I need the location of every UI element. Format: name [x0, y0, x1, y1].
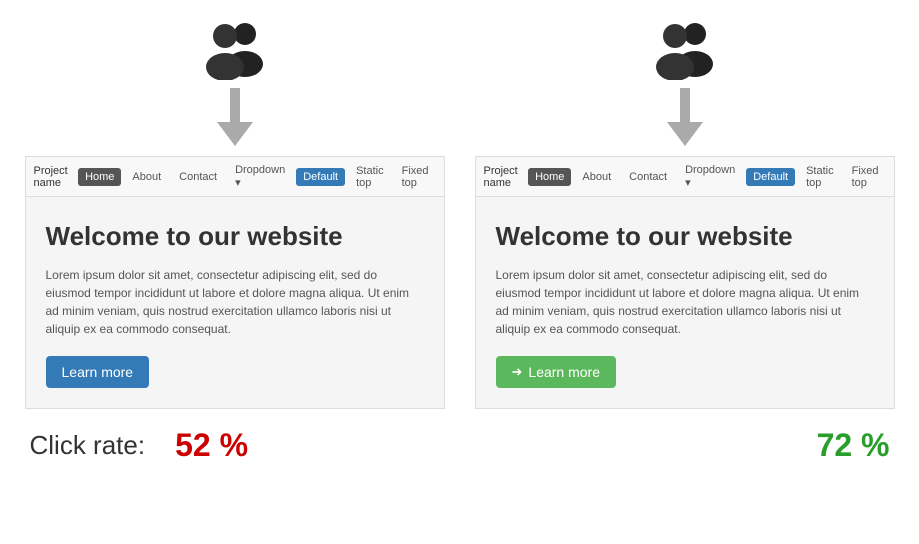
click-rate-label-a: Click rate: — [30, 430, 146, 461]
arrow-down-a — [217, 88, 253, 148]
users-group-icon-a — [195, 20, 275, 80]
learn-more-button-b[interactable]: ➜ Learn more — [496, 356, 617, 388]
nav-home-b[interactable]: Home — [528, 168, 571, 186]
card-body-a: Lorem ipsum dolor sit amet, consectetur … — [46, 266, 424, 338]
nav-static-a[interactable]: Static top — [349, 162, 391, 192]
content-card-b: Welcome to our website Lorem ipsum dolor… — [475, 196, 895, 409]
click-rate-value-b: 72 % — [817, 427, 890, 464]
nav-home-a[interactable]: Home — [78, 168, 121, 186]
button-arrow-icon: ➜ — [512, 364, 523, 380]
nav-static-b[interactable]: Static top — [799, 162, 841, 192]
variant-b: Project name Home About Contact Dropdown… — [475, 20, 895, 409]
variant-a: Project name Home About Contact Dropdown… — [25, 20, 445, 409]
click-rate-block-b: 72 % — [470, 427, 890, 464]
learn-more-label-b: Learn more — [528, 364, 600, 380]
learn-more-button-a[interactable]: Learn more — [46, 356, 150, 388]
arrow-down-b — [667, 88, 703, 148]
nav-dropdown-a[interactable]: Dropdown ▾ — [228, 161, 292, 192]
nav-brand-a: Project name — [34, 165, 69, 189]
card-title-a: Welcome to our website — [46, 221, 424, 252]
users-group-icon-b — [645, 20, 725, 80]
content-card-a: Welcome to our website Lorem ipsum dolor… — [25, 196, 445, 409]
nav-default-a[interactable]: Default — [296, 168, 345, 186]
nav-about-a[interactable]: About — [125, 168, 168, 186]
nav-brand-b: Project name — [484, 165, 519, 189]
click-rate-block-a: Click rate: 52 % — [30, 427, 450, 464]
card-body-b: Lorem ipsum dolor sit amet, consectetur … — [496, 266, 874, 338]
card-title-b: Welcome to our website — [496, 221, 874, 252]
nav-fixed-a[interactable]: Fixed top — [395, 162, 436, 192]
click-rate-row: Click rate: 52 % 72 % — [20, 427, 900, 464]
navbar-b: Project name Home About Contact Dropdown… — [475, 156, 895, 196]
nav-contact-b[interactable]: Contact — [622, 168, 674, 186]
nav-fixed-b[interactable]: Fixed top — [845, 162, 886, 192]
nav-dropdown-b[interactable]: Dropdown ▾ — [678, 161, 742, 192]
click-rate-value-a: 52 % — [175, 427, 248, 464]
comparison-layout: Project name Home About Contact Dropdown… — [10, 20, 909, 409]
nav-contact-a[interactable]: Contact — [172, 168, 224, 186]
nav-about-b[interactable]: About — [575, 168, 618, 186]
nav-default-b[interactable]: Default — [746, 168, 795, 186]
navbar-a: Project name Home About Contact Dropdown… — [25, 156, 445, 196]
